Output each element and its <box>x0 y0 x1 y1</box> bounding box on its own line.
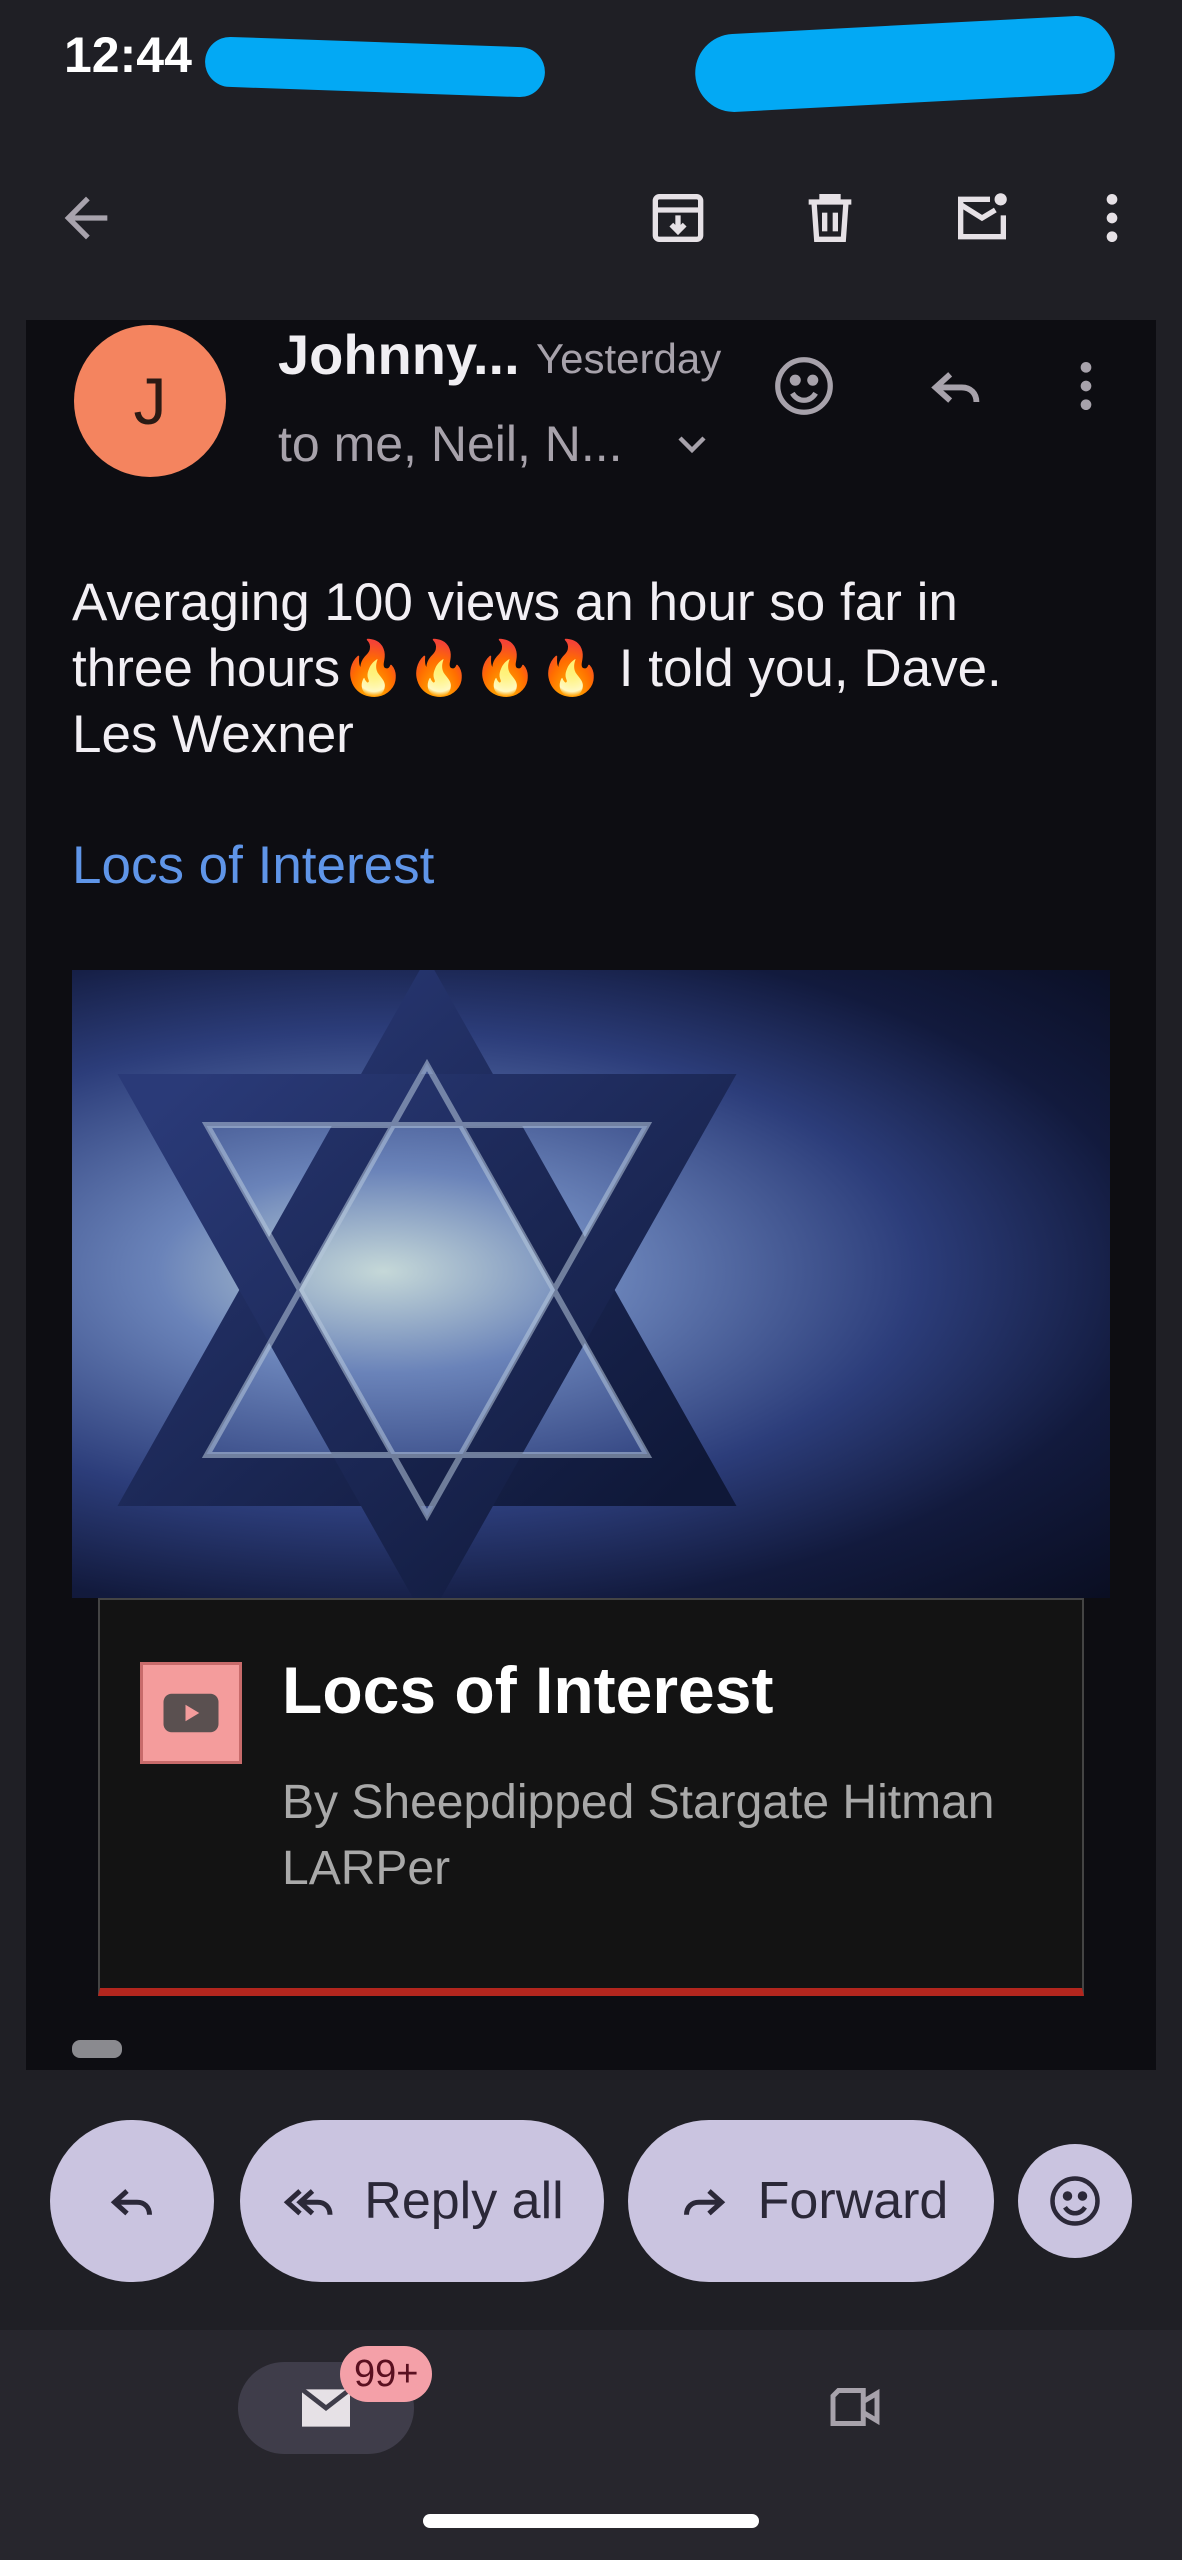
chevron-down-icon[interactable] <box>668 420 716 468</box>
reply-icon <box>110 2189 152 2216</box>
mark-unread-icon[interactable] <box>942 178 1022 258</box>
emoji-reaction-button[interactable] <box>1018 2144 1132 2258</box>
home-indicator[interactable] <box>423 2514 759 2528</box>
preview-title: Locs of Interest <box>282 1653 774 1727</box>
archive-icon[interactable] <box>638 178 718 258</box>
back-arrow-icon[interactable] <box>46 178 126 258</box>
redaction-scribble-right <box>693 14 1117 114</box>
youtube-icon <box>140 1662 242 1764</box>
unread-count-badge: 99+ <box>340 2346 433 2402</box>
sender-name[interactable]: Johnny... <box>278 322 520 387</box>
video-link[interactable]: Locs of Interest <box>72 835 434 896</box>
preview-byline: By Sheepdipped Stargate Hitman LARPer <box>282 1776 995 1895</box>
more-vert-icon[interactable] <box>1072 178 1152 258</box>
collapse-handle[interactable] <box>72 2040 122 2058</box>
video-camera-icon <box>830 2388 880 2426</box>
status-time: 12:44 <box>64 27 192 83</box>
message-body: Averaging 100 views an hour so far in th… <box>72 573 1002 764</box>
avatar[interactable]: J <box>74 325 226 477</box>
star-of-david-image <box>117 970 737 1598</box>
forward-label: Forward <box>757 2172 949 2230</box>
reply-all-icon <box>284 2189 333 2216</box>
forward-icon <box>683 2189 725 2216</box>
delete-icon[interactable] <box>790 178 870 258</box>
reply-all-button[interactable]: Reply all <box>240 2120 604 2282</box>
message-timestamp: Yesterday <box>536 335 722 382</box>
reply-button[interactable] <box>50 2120 214 2282</box>
emoji-icon <box>1050 2176 1100 2226</box>
recipients-summary[interactable]: to me, Neil, N... <box>278 415 623 473</box>
meet-tab[interactable] <box>815 2372 895 2442</box>
reply-icon[interactable] <box>916 346 996 426</box>
add-reaction-icon[interactable] <box>764 346 844 426</box>
avatar-initial: J <box>133 364 167 438</box>
video-thumbnail[interactable] <box>72 970 1110 1598</box>
reply-all-label: Reply all <box>364 2172 564 2230</box>
redaction-scribble-left <box>204 36 546 98</box>
message-more-icon[interactable] <box>1046 346 1126 426</box>
status-bar: 12:44 <box>0 0 1182 120</box>
forward-button[interactable]: Forward <box>628 2120 994 2282</box>
